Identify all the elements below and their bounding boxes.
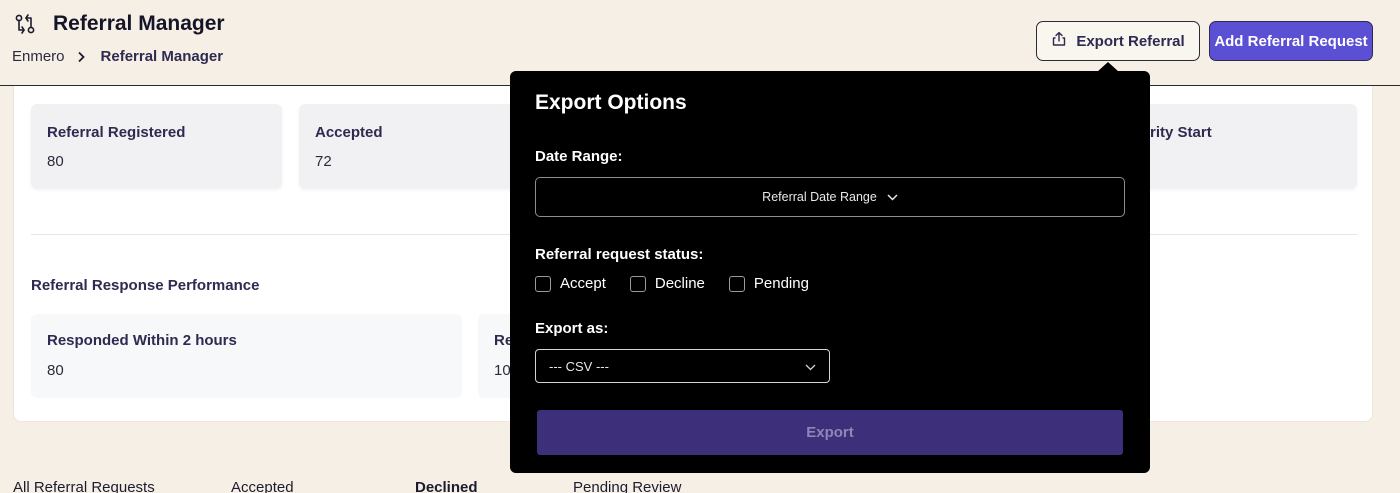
status-label: Referral request status:	[535, 246, 704, 263]
tab-declined[interactable]: Declined	[415, 479, 478, 493]
export-submit-button[interactable]: Export	[537, 410, 1123, 455]
tab-accepted[interactable]: Accepted	[231, 479, 294, 493]
popover-title: Export Options	[535, 91, 687, 114]
checkbox-label: Accept	[560, 275, 606, 292]
chevron-down-icon	[805, 359, 816, 374]
stat-value: 80	[47, 153, 64, 170]
chevron-down-icon	[887, 190, 898, 204]
perf-value: 80	[47, 362, 64, 379]
stat-label: rity Start	[1150, 124, 1212, 141]
checkbox-accept[interactable]	[535, 275, 551, 292]
page-title: Referral Manager	[53, 12, 225, 35]
checkbox-decline[interactable]	[629, 275, 646, 292]
share-export-icon	[1051, 31, 1067, 51]
date-range-label: Date Range:	[535, 148, 623, 165]
perf-label: Responded Within 2 hours	[47, 332, 237, 349]
stat-value: 72	[315, 153, 332, 170]
export-format-select[interactable]: --- CSV ---	[535, 349, 830, 383]
date-range-placeholder: Referral Date Range	[762, 190, 877, 204]
status-pending-option[interactable]: Pending	[728, 275, 809, 292]
checkbox-label: Pending	[753, 275, 809, 292]
perf-card-within-2-hours: Responded Within 2 hours 80	[31, 314, 462, 398]
status-decline-option[interactable]: Decline	[629, 275, 705, 292]
stat-label: Accepted	[315, 124, 383, 141]
breadcrumb-current: Referral Manager	[100, 48, 224, 65]
response-performance-title: Referral Response Performance	[31, 277, 260, 294]
breadcrumb: Enmero Referral Manager	[12, 48, 223, 65]
status-accept-option[interactable]: Accept	[535, 275, 606, 292]
export-format-label: Export as:	[535, 320, 609, 337]
export-referral-label: Export Referral	[1076, 32, 1185, 50]
stat-card-registered: Referral Registered 80	[31, 104, 282, 188]
date-range-select[interactable]: Referral Date Range	[535, 177, 1125, 217]
export-format-value: --- CSV ---	[549, 358, 609, 374]
stat-label: Referral Registered	[47, 124, 186, 141]
checkbox-pending[interactable]	[728, 275, 745, 292]
tab-pending-review[interactable]: Pending Review	[573, 479, 681, 493]
tab-all-referral-requests[interactable]: All Referral Requests	[13, 479, 155, 493]
breadcrumb-root-link[interactable]: Enmero	[12, 48, 65, 65]
export-options-popover: Export Options Date Range: Referral Date…	[510, 71, 1150, 473]
add-referral-request-button[interactable]: Add Referral Request	[1209, 21, 1373, 61]
git-compare-icon	[14, 13, 36, 35]
chevron-right-icon	[77, 50, 87, 64]
checkbox-label: Decline	[654, 275, 705, 292]
export-referral-button[interactable]: Export Referral	[1036, 21, 1200, 61]
status-checkbox-group: Accept Decline Pending	[535, 275, 833, 292]
